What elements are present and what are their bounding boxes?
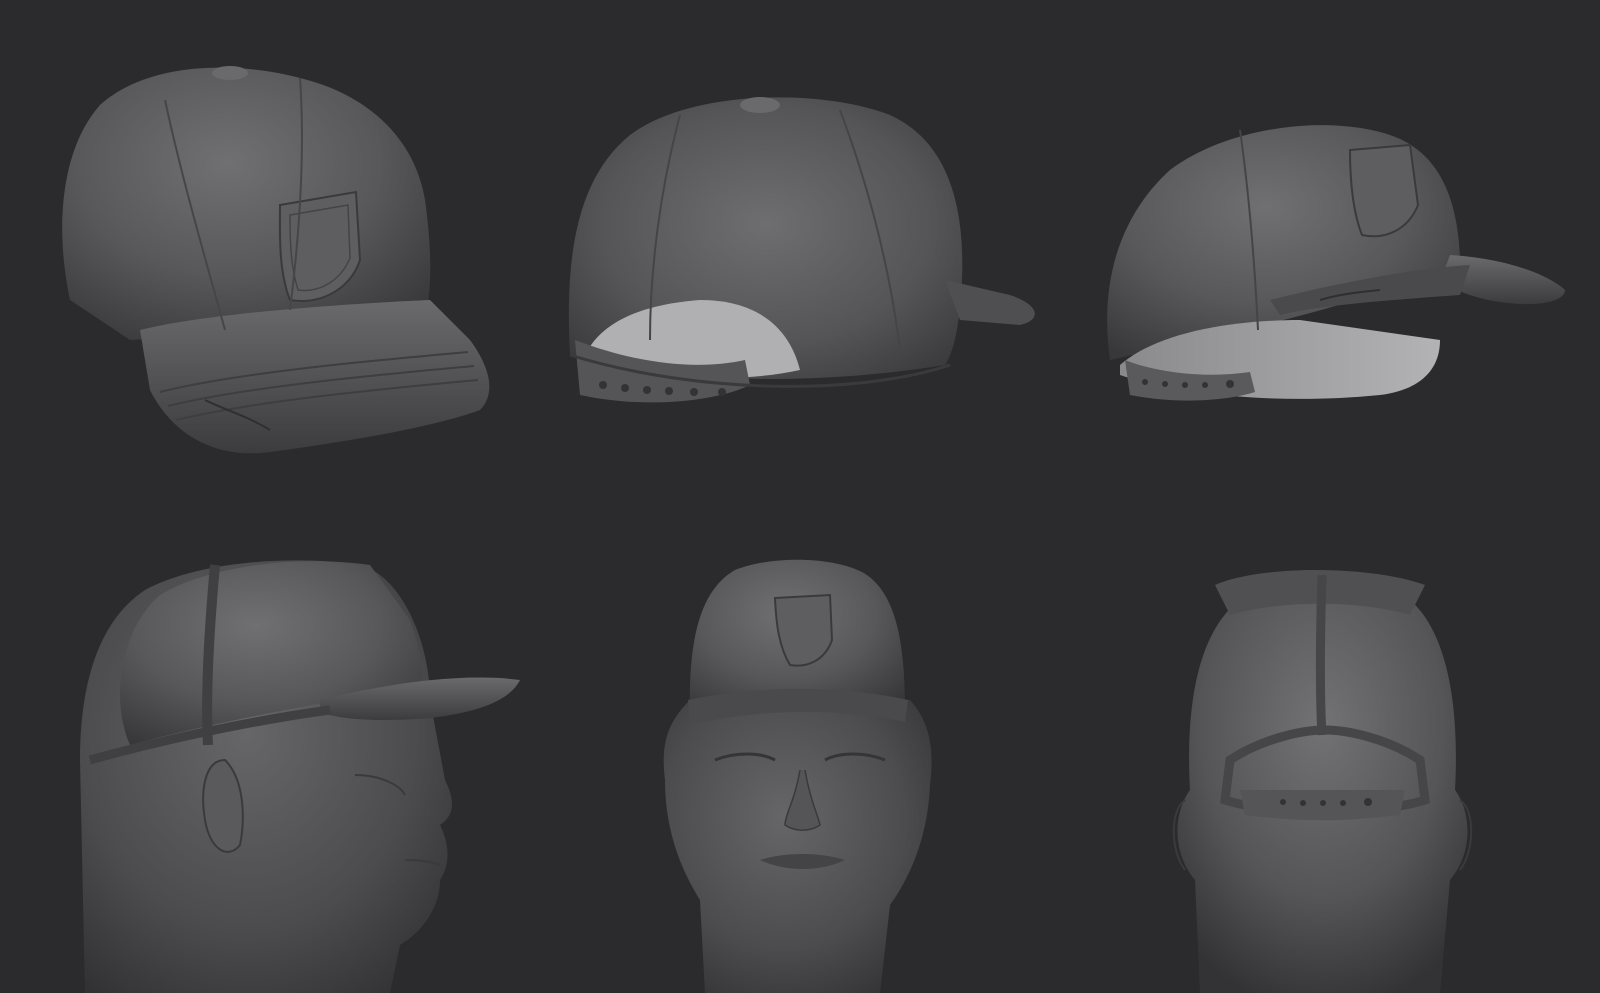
head-with-cap-front-view [663,559,932,993]
cap-rear-view [568,97,1035,403]
render-canvas [62,66,1565,993]
render-sheet [0,0,1600,993]
cap-low-side-view [1107,125,1565,401]
head-with-cap-profile-view [80,560,520,993]
head-with-cap-back-view [1172,570,1473,993]
cap-three-quarter-front-view [62,66,490,454]
